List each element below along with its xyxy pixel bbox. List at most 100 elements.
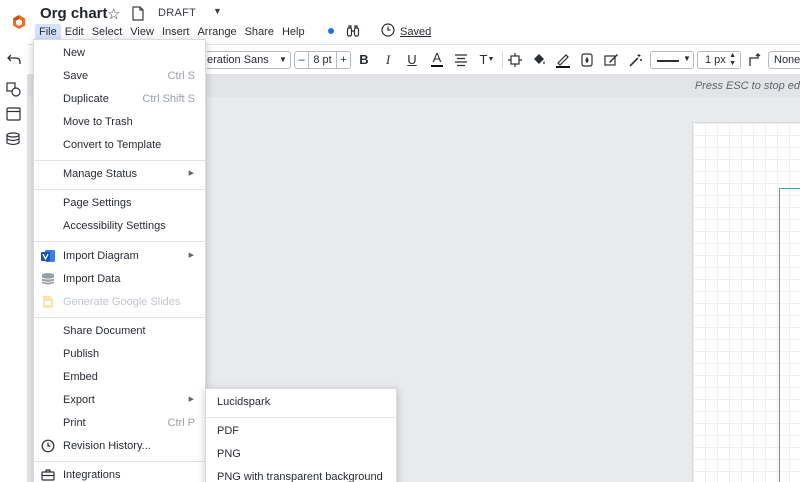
file-menu-print[interactable]: Print Ctrl P bbox=[34, 412, 205, 434]
menu-arrange[interactable]: Arrange bbox=[193, 24, 240, 40]
submenu-arrow-icon: ▶ bbox=[188, 396, 194, 403]
menu-divider bbox=[34, 160, 205, 161]
shapes-icon[interactable] bbox=[6, 82, 21, 97]
line-style-preview bbox=[657, 60, 679, 62]
menu-item-label: Publish bbox=[63, 348, 100, 360]
menu-item-label: Page Settings bbox=[63, 197, 132, 209]
menu-item-label: Accessibility Settings bbox=[63, 220, 166, 232]
chevron-down-icon: ▼ bbox=[683, 54, 691, 63]
file-menu-share-document[interactable]: Share Document bbox=[34, 320, 205, 342]
line-style-select[interactable]: ▼ bbox=[650, 51, 694, 69]
file-menu-import-data[interactable]: Import Data bbox=[34, 268, 205, 290]
menu-divider bbox=[34, 189, 205, 190]
line-route-icon[interactable] bbox=[748, 53, 762, 67]
menu-item-label: Save bbox=[63, 70, 89, 82]
menu-item-shortcut: Ctrl Shift S bbox=[142, 93, 195, 105]
menu-select[interactable]: Select bbox=[88, 24, 127, 40]
menu-item-label: Integrations bbox=[63, 469, 121, 481]
document-title[interactable]: Org chart bbox=[40, 5, 108, 22]
arrow-style-select[interactable]: None bbox=[768, 51, 800, 69]
underline-button[interactable]: U bbox=[404, 45, 420, 74]
menu-item-label: Move to Trash bbox=[63, 116, 133, 128]
file-menu-convert-to-template[interactable]: Convert to Template bbox=[34, 134, 205, 156]
export-png-transparent[interactable]: PNG with transparent background bbox=[206, 466, 396, 482]
menu-item-label: Export bbox=[63, 394, 95, 406]
line-width-stepper[interactable]: 1 px ▲ ▼ bbox=[697, 51, 741, 69]
file-menu-embed[interactable]: Embed bbox=[34, 366, 205, 388]
menu-item-label: Lucidspark bbox=[217, 396, 271, 408]
menu-share[interactable]: Share bbox=[241, 24, 278, 40]
file-menu-move-to-trash[interactable]: Move to Trash bbox=[34, 111, 205, 133]
database-icon bbox=[41, 273, 55, 285]
menu-item-label: New bbox=[63, 47, 86, 59]
menu-item-label: Generate Google Slides bbox=[63, 296, 181, 308]
status-dropdown-caret-icon[interactable]: ▼ bbox=[213, 6, 222, 16]
star-icon[interactable]: ☆ bbox=[107, 5, 120, 23]
menu-item-label: Share Document bbox=[63, 325, 146, 337]
export-pdf[interactable]: PDF bbox=[206, 420, 396, 442]
file-menu-page-settings[interactable]: Page Settings bbox=[34, 192, 205, 214]
menu-help[interactable]: Help bbox=[278, 24, 309, 40]
file-menu-new[interactable]: New bbox=[34, 42, 205, 64]
binoculars-icon[interactable] bbox=[346, 24, 360, 38]
file-menu-manage-status[interactable]: Manage Status ▶ bbox=[34, 163, 205, 185]
text-color-swatch bbox=[431, 65, 443, 67]
menu-item-label: PNG bbox=[217, 448, 241, 460]
document-status-label[interactable]: DRAFT bbox=[158, 7, 196, 19]
italic-button[interactable]: I bbox=[380, 45, 396, 74]
document-icon[interactable] bbox=[132, 6, 144, 21]
text-color-button[interactable]: A bbox=[429, 45, 445, 74]
file-menu: New Save Ctrl S Duplicate Ctrl Shift S M… bbox=[33, 39, 206, 482]
file-menu-save[interactable]: Save Ctrl S bbox=[34, 65, 205, 87]
magic-wand-icon[interactable] bbox=[628, 53, 643, 67]
opacity-icon[interactable] bbox=[580, 53, 594, 67]
shape-options-icon[interactable] bbox=[508, 53, 522, 67]
file-menu-import-diagram[interactable]: Import Diagram ▶ bbox=[34, 245, 205, 267]
app-header: Org chart ☆ DRAFT ▼ File Edit Select Vie… bbox=[0, 0, 800, 44]
file-menu-export[interactable]: Export ▶ bbox=[34, 389, 205, 411]
menu-divider bbox=[34, 461, 205, 462]
stepper-arrows-icon[interactable]: ▲ ▼ bbox=[729, 52, 736, 68]
menu-item-shortcut: Ctrl P bbox=[167, 417, 196, 429]
export-png[interactable]: PNG bbox=[206, 443, 396, 465]
menu-item-label: PDF bbox=[217, 425, 239, 437]
menu-item-label: Manage Status bbox=[63, 168, 137, 180]
file-menu-publish[interactable]: Publish bbox=[34, 343, 205, 365]
increase-font-size-button[interactable]: + bbox=[337, 52, 350, 68]
bold-button[interactable]: B bbox=[356, 45, 372, 74]
file-menu-revision-history[interactable]: Revision History... bbox=[34, 435, 205, 457]
chevron-down-icon: ▼ bbox=[279, 55, 287, 64]
menu-divider bbox=[34, 317, 205, 318]
file-menu-duplicate[interactable]: Duplicate Ctrl Shift S bbox=[34, 88, 205, 110]
line-width-value: 1 px bbox=[705, 54, 726, 66]
export-lucidspark[interactable]: Lucidspark bbox=[206, 391, 396, 413]
text-options-button[interactable]: T ▼ bbox=[478, 45, 496, 74]
lucid-logo-icon[interactable] bbox=[11, 14, 27, 30]
menu-item-label: Revision History... bbox=[63, 440, 151, 452]
line-color-icon[interactable] bbox=[555, 52, 571, 68]
menubar: File Edit Select View Insert Arrange Sha… bbox=[35, 24, 309, 40]
align-center-icon[interactable] bbox=[454, 53, 468, 67]
menu-item-label: PNG with transparent background bbox=[217, 471, 383, 482]
decrease-font-size-button[interactable]: – bbox=[295, 52, 308, 68]
font-size-stepper[interactable]: – 8 pt + bbox=[294, 51, 351, 69]
visio-icon bbox=[41, 250, 55, 262]
font-family-select[interactable]: eration Sans ▼ bbox=[207, 51, 291, 69]
saved-status-link[interactable]: Saved bbox=[400, 24, 431, 40]
menu-insert[interactable]: Insert bbox=[158, 24, 194, 40]
fill-color-icon[interactable] bbox=[531, 52, 547, 68]
file-menu-integrations[interactable]: Integrations bbox=[34, 464, 205, 482]
font-size-value[interactable]: 8 pt bbox=[308, 52, 337, 68]
revision-clock-icon[interactable] bbox=[381, 23, 395, 37]
file-menu-accessibility-settings[interactable]: Accessibility Settings bbox=[34, 215, 205, 237]
style-icon[interactable] bbox=[604, 53, 619, 67]
templates-icon[interactable] bbox=[6, 107, 21, 121]
undo-icon[interactable] bbox=[7, 53, 21, 65]
selected-shape-outline[interactable] bbox=[779, 188, 800, 482]
help-notification-dot bbox=[328, 28, 334, 34]
font-family-value: eration Sans bbox=[207, 54, 269, 66]
menu-edit[interactable]: Edit bbox=[61, 24, 88, 40]
data-linking-icon[interactable] bbox=[6, 132, 22, 147]
menu-view[interactable]: View bbox=[126, 24, 158, 40]
menu-file[interactable]: File bbox=[35, 24, 61, 40]
